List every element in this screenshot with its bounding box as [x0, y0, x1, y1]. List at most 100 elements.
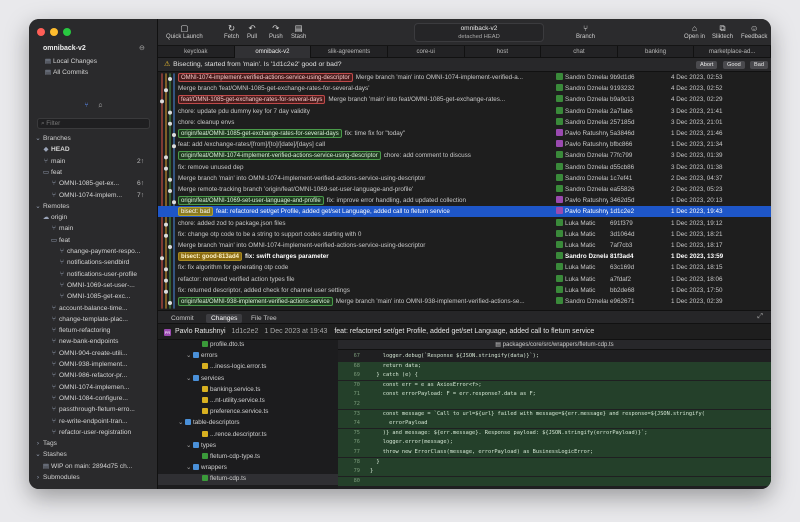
tab-omniback-v2[interactable]: omniback-v2 [234, 46, 312, 58]
sidebar-item[interactable]: ⑂ OMNI-904-create-utili... [29, 348, 158, 359]
file-tree-item[interactable]: banking.service.ts [158, 385, 338, 396]
commit-row[interactable]: origin/feat/OMNI-938-implement-verified-… [158, 296, 771, 307]
commit-row[interactable]: bisect: good-813ad4 fix: swift charges pa… [158, 251, 771, 262]
sidebar-item[interactable]: ⑂ OMNI-1084-configure... [29, 393, 158, 404]
commit-row[interactable]: fix: fix algorithm for generating otp co… [158, 262, 771, 273]
close-button[interactable] [37, 28, 45, 36]
file-tree-item[interactable]: preference.service.ts [158, 407, 338, 418]
commit-row[interactable]: Merge branch 'feat/OMNI-1085-get-exchang… [158, 83, 771, 94]
repo-menu-icon[interactable]: ⊖ [139, 44, 145, 52]
tab-host[interactable]: host [465, 46, 542, 58]
sidebar-item[interactable]: ⌄ Remotes [29, 201, 158, 212]
ref-badge[interactable]: origin/feat/OMNI-1074-implement-verified… [178, 151, 381, 161]
commit-row[interactable]: Merge branch 'main' into OMNI-1074-imple… [158, 173, 771, 184]
ref-badge[interactable]: origin/feat/OMNI-938-implement-verified-… [178, 297, 333, 306]
repo-title-box[interactable]: omniback-v2 detached HEAD [414, 23, 544, 42]
zoom-button[interactable] [63, 28, 71, 36]
tab-keycloak[interactable]: keycloak [158, 46, 235, 58]
commit-row[interactable]: origin/feat/OMNI-1069-set-user-language-… [158, 195, 771, 206]
minimize-button[interactable] [50, 28, 58, 36]
feedback-button[interactable]: ☺ Feedback [741, 23, 767, 40]
ref-badge[interactable]: bisect: bad [178, 207, 214, 217]
sidebar-item[interactable]: ⑂ OMNI-1074-implem... 7↑ [29, 190, 158, 201]
detail-tab-commit[interactable]: Commit [166, 314, 199, 323]
bad-button[interactable]: Bad [750, 61, 768, 69]
sidebar-item[interactable]: ☁ origin [29, 212, 158, 223]
branch-button[interactable]: ⑂ Branch [576, 23, 595, 40]
tab-slik-agreements[interactable]: slik-agreements [311, 46, 388, 58]
ref-badge[interactable]: origin/feat/OMNI-1085-get-exchange-rates… [178, 129, 342, 138]
sidebar-item[interactable]: ⑂ notifications-user-profile [29, 269, 158, 280]
commit-row[interactable]: origin/feat/OMNI-1085-get-exchange-rates… [158, 128, 771, 139]
sidebar-item[interactable]: › Tags [29, 438, 158, 449]
tab-core-ui[interactable]: core-ui [388, 46, 465, 58]
commit-row[interactable]: feat: add /exchange-rates/[from]/[to]/[d… [158, 139, 771, 150]
push-button[interactable]: ↷ Push [269, 23, 283, 40]
tab-marketplace-ad-[interactable]: marketplace-ad... [694, 46, 771, 58]
file-tree-item[interactable]: ...rence.descriptor.ts [158, 430, 338, 441]
commit-row[interactable]: feat/OMNI-1085-get-exchange-rates-for-se… [158, 94, 771, 105]
sliktech-button[interactable]: ⧉ Sliktech [712, 23, 733, 40]
stash-button[interactable]: ▤ Stash [291, 23, 306, 40]
fetch-button[interactable]: ↻ Fetch [224, 23, 239, 40]
file-tree-item[interactable]: profile.dto.ts [158, 340, 338, 351]
quick-launch-button[interactable]: ▢ Quick Launch [166, 23, 203, 40]
sidebar-item[interactable]: ▤ WIP on main: 2894d75 ch... [29, 461, 158, 472]
commit-row[interactable]: OMNI-1074-implement-verified-actions-ser… [158, 72, 771, 83]
open-in-button[interactable]: ⌂ Open in [684, 23, 705, 40]
sidebar-item[interactable]: ⑂ OMNI-1085-get-exc... [29, 291, 158, 302]
commit-row[interactable]: fix: change otp code to be a string to s… [158, 229, 771, 240]
detail-tab-changes[interactable]: Changes [206, 314, 243, 323]
repo-name[interactable]: omniback-v2 [43, 45, 86, 52]
sidebar-item[interactable]: ⑂ account-balance-time... [29, 303, 158, 314]
sidebar-item[interactable]: ⑂ new-bank-endpoints [29, 336, 158, 347]
sidebar-item[interactable]: ⑂ change-template-plac... [29, 314, 158, 325]
commit-row[interactable]: Merge remote-tracking branch 'origin/fea… [158, 184, 771, 195]
file-tree-item[interactable]: ⌄ services [158, 374, 338, 385]
abort-button[interactable]: Abort [696, 61, 718, 69]
commit-row[interactable]: chore: added zod to package.json files Lu… [158, 218, 771, 229]
tab-banking[interactable]: banking [618, 46, 695, 58]
file-tree-item[interactable]: fletum-cdp-type.ts [158, 452, 338, 463]
commit-row[interactable]: chore: cleanup envs Sandro Dzneladze25718… [158, 117, 771, 128]
file-tree-item[interactable]: ⌄ types [158, 441, 338, 452]
sidebar-item[interactable]: ▭ feat [29, 167, 158, 178]
sidebar-item[interactable]: ⑂ fletum-refactoring [29, 325, 158, 336]
search-icon[interactable]: ⌕ [98, 102, 102, 109]
all-commits-item[interactable]: ▤ All Commits [43, 67, 172, 78]
file-tree-item[interactable]: ⌄ wrappers [158, 463, 338, 474]
sidebar-item[interactable]: ⑂ OMNI-938-implement... [29, 359, 158, 370]
commit-row[interactable]: fix: returned descriptor, added check fo… [158, 285, 771, 296]
sidebar-item[interactable]: ⌄ Branches [29, 133, 158, 144]
sidebar-item[interactable]: ⌄ Stashes [29, 449, 158, 460]
sidebar-filter-input[interactable]: ⌕ Filter [37, 118, 150, 129]
ref-badge[interactable]: bisect: good-813ad4 [178, 252, 243, 262]
sidebar-item[interactable]: ⑂ main 2↑ [29, 156, 158, 167]
pull-button[interactable]: ↶ Pull [247, 23, 257, 40]
sidebar-item[interactable]: ⑂ OMNI-1074-implemen... [29, 382, 158, 393]
local-changes-item[interactable]: ▤ Local Changes [43, 56, 172, 67]
sidebar-item[interactable]: ⑂ change-payment-respo... [29, 246, 158, 257]
branches-view-icon[interactable]: ⑂ [84, 102, 88, 109]
commit-row[interactable]: origin/feat/OMNI-1074-implement-verified… [158, 150, 771, 161]
file-tree-item[interactable]: ...nt-utility.service.ts [158, 396, 338, 407]
sidebar-item[interactable]: ⑂ OMNI-1069-set-user-... [29, 280, 158, 291]
sidebar-item[interactable]: ⑂ passthrough-fletum-erro... [29, 404, 158, 415]
commit-row[interactable]: refactor: removed verified action types … [158, 274, 771, 285]
file-tree-item[interactable]: ...iness-logic.error.ts [158, 362, 338, 373]
sidebar-item[interactable]: ▭ feat [29, 235, 158, 246]
file-tree-item[interactable]: ⌄ errors [158, 351, 338, 362]
commit-row[interactable]: Merge branch 'main' into OMNI-1074-imple… [158, 240, 771, 251]
commit-row[interactable]: chore: update pdu dummy key for 7 day va… [158, 106, 771, 117]
sidebar-item[interactable]: ⑂ OMNI-1085-get-ex... 6↑ [29, 178, 158, 189]
commit-row[interactable]: fix: remove unused dep Sandro Dzneladzed5… [158, 162, 771, 173]
detail-sha[interactable]: 1d1c2e2 [232, 328, 259, 335]
sidebar-item[interactable]: › Submodules [29, 472, 158, 483]
sidebar-item[interactable]: ◆ HEAD [29, 144, 158, 155]
sidebar-item[interactable]: ⑂ main [29, 223, 158, 234]
ref-badge[interactable]: OMNI-1074-implement-verified-actions-ser… [178, 73, 353, 82]
sidebar-item[interactable]: ⑂ refactor-user-registration [29, 427, 158, 438]
tab-chat[interactable]: chat [541, 46, 618, 58]
detail-tab-file-tree[interactable]: File Tree [246, 314, 282, 323]
expand-icon[interactable]: ⤢ [757, 313, 763, 321]
